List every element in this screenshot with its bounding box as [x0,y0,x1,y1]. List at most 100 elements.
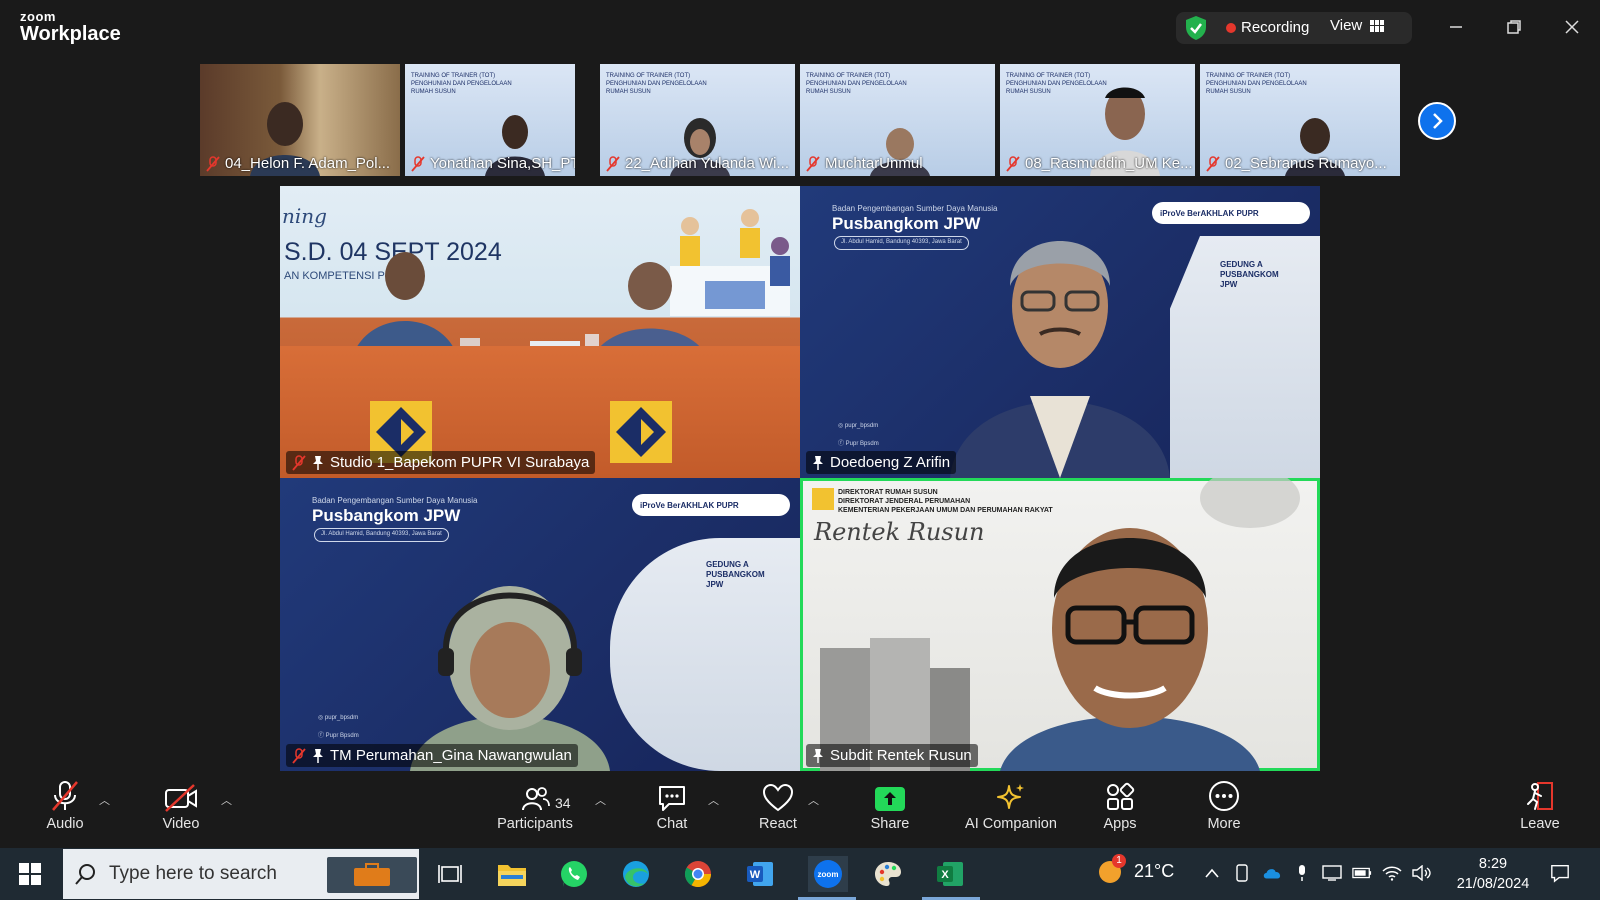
microphone-icon [1299,865,1305,881]
onedrive-cloud-icon [1263,869,1281,879]
muted-mic-icon [806,155,820,172]
wifi-icon [1382,866,1402,881]
word-button[interactable]: W [742,856,778,892]
participant-thumbnail-strip: 04_Helon F. Adam_Pol... TRAINING OF TRAI… [200,64,1400,176]
participant-thumbnail[interactable]: TRAINING OF TRAINER (TOT) PENGHUNIAN DAN … [405,64,575,176]
video-button[interactable]: Video [150,776,212,848]
wifi-tray-button[interactable] [1382,863,1402,883]
chevron-up-icon [1205,868,1219,878]
share-screen-icon [875,787,905,811]
title-bar: zoom Workplace Recording View [0,0,1600,56]
chat-bubble-icon [659,786,685,811]
restore-button[interactable] [1496,12,1532,42]
pupr-logo [812,488,834,510]
chrome-browser-button[interactable] [680,856,716,892]
more-button[interactable]: More [1194,776,1254,848]
excel-button[interactable]: X [932,856,968,892]
share-button[interactable]: Share [856,776,924,848]
react-options-chevron-up-icon[interactable]: ︿ [808,792,819,808]
participants-button[interactable]: Participants [490,776,580,848]
video-options-chevron-up-icon[interactable]: ︿ [221,792,232,808]
audio-button[interactable]: Audio [34,776,96,848]
video-tile-gina[interactable]: Badan Pengembangan Sumber Daya Manusia P… [280,478,800,771]
volume-tray-button[interactable] [1412,863,1432,883]
weather-widget[interactable]: 1 21°C [1096,854,1174,886]
participant-thumbnail[interactable]: 04_Helon F. Adam_Pol... [200,64,400,176]
taskbar-clock[interactable]: 8:29 21/08/2024 [1448,854,1538,894]
grid-icon [1370,19,1385,32]
heart-icon [763,784,793,812]
chat-button[interactable]: Chat [640,776,704,848]
start-button[interactable] [12,856,48,892]
screen-share-tray-button[interactable] [1322,863,1342,883]
video-tile-doedoeng[interactable]: Badan Pengembangan Sumber Daya Manusia P… [800,186,1320,478]
windows-logo-icon [19,863,41,885]
microphone-in-use-tray-button[interactable] [1292,863,1312,883]
phone-link-icon [1236,864,1248,882]
participant-video [410,586,610,771]
paint-button[interactable] [870,856,906,892]
close-icon [1565,20,1579,34]
video-tile-studio[interactable]: ning S.D. 04 SEPT 2024 AN KOMPETENSI PU … [280,186,800,478]
show-hidden-icons-button[interactable] [1202,863,1222,883]
leave-button[interactable]: Leave [1510,776,1570,848]
leave-door-icon [1527,782,1553,810]
clock-time: 8:29 [1478,856,1508,872]
muted-mic-icon [1006,155,1020,172]
recording-label[interactable]: Recording [1241,19,1309,36]
whatsapp-button[interactable] [556,856,592,892]
phone-link-tray-button[interactable] [1232,863,1252,883]
banner-title: Pusbangkom JPW [312,506,461,525]
windows-taskbar: W zoom X 1 21°C [0,848,1600,900]
view-label: View [1330,17,1363,34]
participants-options-chevron-up-icon[interactable]: ︿ [595,792,606,808]
participant-video [1000,528,1260,771]
social-facebook: ⓕ Pupr Bpsdm [838,441,879,447]
meeting-toolbar: Audio ︿ Video ︿ Participants 34 ︿ Chat ︿ [0,776,1600,848]
sparkle-ai-icon [997,784,1024,809]
social-instagram: ◎ pupr_bpsdm [318,715,359,721]
participant-name: 02_Sebranus Rumayo... [1206,155,1387,172]
tile-name-label: Subdit Rentek Rusun [806,744,978,767]
display-icon [1322,865,1342,881]
audio-options-chevron-up-icon[interactable]: ︿ [99,792,110,808]
battery-tray-button[interactable] [1352,863,1372,883]
notification-center-button[interactable] [1550,863,1570,883]
chat-options-chevron-up-icon[interactable]: ︿ [708,792,719,808]
encryption-shield-icon[interactable] [1185,15,1207,41]
video-tile-rentek-active-speaker[interactable]: DIREKTORAT RUMAH SUSUN DIREKTORAT JENDER… [800,478,1320,771]
view-button[interactable]: View [1330,17,1385,34]
next-page-button[interactable] [1418,102,1456,140]
zoom-taskbar-button[interactable]: zoom [808,856,848,892]
participant-thumbnail[interactable]: TRAINING OF TRAINER (TOT) PENGHUNIAN DAN … [800,64,995,176]
apps-button[interactable]: Apps [1090,776,1150,848]
file-explorer-button[interactable] [494,856,530,892]
task-view-button[interactable] [432,856,468,892]
zoom-app-icon: zoom [814,860,842,888]
pin-icon [813,455,823,470]
participant-thumbnail[interactable]: TRAINING OF TRAINER (TOT) PENGHUNIAN DAN … [1200,64,1400,176]
excel-icon: X [937,862,963,886]
building-image: GEDUNG A PUSBANGKOM JPW [610,538,800,771]
svg-text:X: X [941,869,949,881]
close-button[interactable] [1554,12,1590,42]
minimize-button[interactable] [1438,12,1474,42]
react-button[interactable]: React [746,776,810,848]
edge-browser-button[interactable] [618,856,654,892]
pin-icon [313,748,323,763]
participants-icon [522,787,550,811]
muted-mic-icon [292,747,306,764]
taskbar-search-box[interactable] [62,848,420,900]
muted-mic-icon [292,454,306,471]
search-icon [75,864,95,885]
battery-icon [1352,867,1372,879]
svg-text:W: W [750,869,761,881]
paint-palette-icon [875,862,901,886]
participant-thumbnail[interactable]: TRAINING OF TRAINER (TOT) PENGHUNIAN DAN … [600,64,795,176]
search-input[interactable] [109,863,329,885]
logo-big-text: Workplace [20,23,121,45]
social-instagram: ◎ pupr_bpsdm [838,423,879,429]
participant-thumbnail[interactable]: TRAINING OF TRAINER (TOT) PENGHUNIAN DAN … [1000,64,1195,176]
ai-companion-button[interactable]: AI Companion [958,776,1064,848]
onedrive-tray-button[interactable] [1262,863,1282,883]
